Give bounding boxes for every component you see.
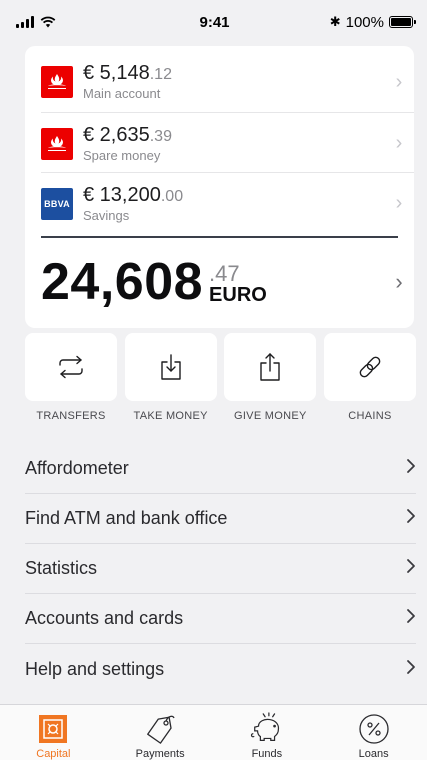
safe-icon [36,712,70,746]
account-text: € 13,200.00 Savings [83,184,384,224]
bbva-logo-icon: BBVA [41,187,73,220]
action-tile[interactable] [224,333,317,401]
tab-label: Payments [135,748,185,760]
account-name: Main account [83,86,161,101]
status-left [16,16,126,28]
account-row-savings[interactable]: BBVA € 13,200.00 Savings › [41,172,414,234]
menu-item-label: Affordometer [25,458,129,478]
account-amount-cents: .39 [149,127,172,145]
menu-item-label: Help and settings [25,658,165,679]
action-chains[interactable]: CHAINS [323,333,416,427]
total-side: .47 EURO [209,261,267,307]
share-upload-icon [260,353,281,381]
account-amount: € 5,148.12 [83,62,384,86]
account-amount: € 13,200.00 [83,184,384,208]
bluetooth-icon: ✱ [329,14,341,29]
total-amount: 24,608 [41,253,204,311]
santander-logo-icon [41,66,73,98]
signal-icon [16,16,34,28]
action-tile[interactable] [323,333,416,401]
status-bar: 9:41 ✱ 100% [0,0,427,44]
percent-icon [357,712,391,746]
tab-bar: Capital Payments Funds Loans [0,704,427,760]
account-amount-main: € 13,200 [83,183,161,206]
wifi-icon [40,16,56,28]
chevron-right-icon [394,659,416,680]
menu-item-accounts-cards[interactable]: Accounts and cards [25,594,416,644]
account-amount-main: € 5,148 [83,62,150,84]
account-row-main[interactable]: € 5,148.12 Main account › [41,51,414,113]
battery-icon [389,16,416,28]
total-currency: EURO [209,284,267,306]
chevron-right-icon: › [395,132,403,154]
tab-label: Capital [36,748,71,760]
action-give-money[interactable]: GIVE MONEY [224,333,317,427]
chain-link-icon [359,356,381,378]
chevron-right-icon [394,608,416,629]
menu-item-affordometer[interactable]: Affordometer [25,444,416,494]
account-row-spare[interactable]: € 2,635.39 Spare money › [41,112,414,174]
account-amount: € 2,635.39 [83,124,384,148]
action-label: TRANSFERS [36,410,106,422]
tag-icon [143,712,177,746]
action-tile[interactable] [124,333,217,401]
tab-loans[interactable]: Loans [329,712,419,760]
menu-list: Affordometer Find ATM and bank office St… [25,444,416,694]
total-balance-row[interactable]: 24,608 .47 EURO › [41,246,414,318]
tab-label: Loans [358,748,389,760]
menu-item-help-settings[interactable]: Help and settings [25,644,416,694]
tray-download-icon [160,354,181,380]
accounts-card: € 5,148.12 Main account › € 2,635.39 Spa… [25,46,414,328]
chevron-right-icon: › [395,70,403,93]
menu-item-label: Statistics [25,558,98,578]
tab-funds[interactable]: Funds [222,712,312,760]
account-amount-main: € 2,635 [83,123,150,146]
transfer-arrows-icon [59,355,83,379]
account-name: Savings [83,207,130,223]
battery-percent: 100% [345,13,384,31]
account-amount-cents: .12 [149,66,172,83]
chevron-right-icon: › [395,192,403,214]
menu-item-find-atm[interactable]: Find ATM and bank office [25,494,416,544]
account-name: Spare money [83,147,161,163]
status-time: 9:41 [199,13,230,31]
status-right: ✱ 100% [303,13,416,31]
quick-actions: TRANSFERS TAKE MONEY GIVE MONEY CHAINS [25,333,416,427]
menu-item-label: Find ATM and bank office [25,508,228,528]
action-tile[interactable] [25,333,117,401]
action-label: TAKE MONEY [133,410,208,422]
total-cents: .47 [209,261,240,286]
santander-logo-icon [41,127,73,160]
menu-item-label: Accounts and cards [25,608,184,628]
chevron-right-icon: › [395,269,403,294]
tab-capital[interactable]: Capital [8,712,98,760]
account-text: € 5,148.12 Main account [83,62,384,102]
account-text: € 2,635.39 Spare money [83,124,384,164]
chevron-right-icon [394,508,416,529]
action-label: GIVE MONEY [233,410,307,422]
action-transfers[interactable]: TRANSFERS [25,333,117,427]
chevron-right-icon [394,458,416,479]
piggy-bank-icon [250,712,284,746]
menu-item-statistics[interactable]: Statistics [25,544,416,594]
action-label: CHAINS [348,410,392,422]
total-divider [41,236,398,238]
tab-payments[interactable]: Payments [115,712,205,760]
chevron-right-icon [394,558,416,579]
account-amount-cents: .00 [160,187,184,205]
tab-label: Funds [251,748,283,760]
action-take-money[interactable]: TAKE MONEY [124,333,217,427]
